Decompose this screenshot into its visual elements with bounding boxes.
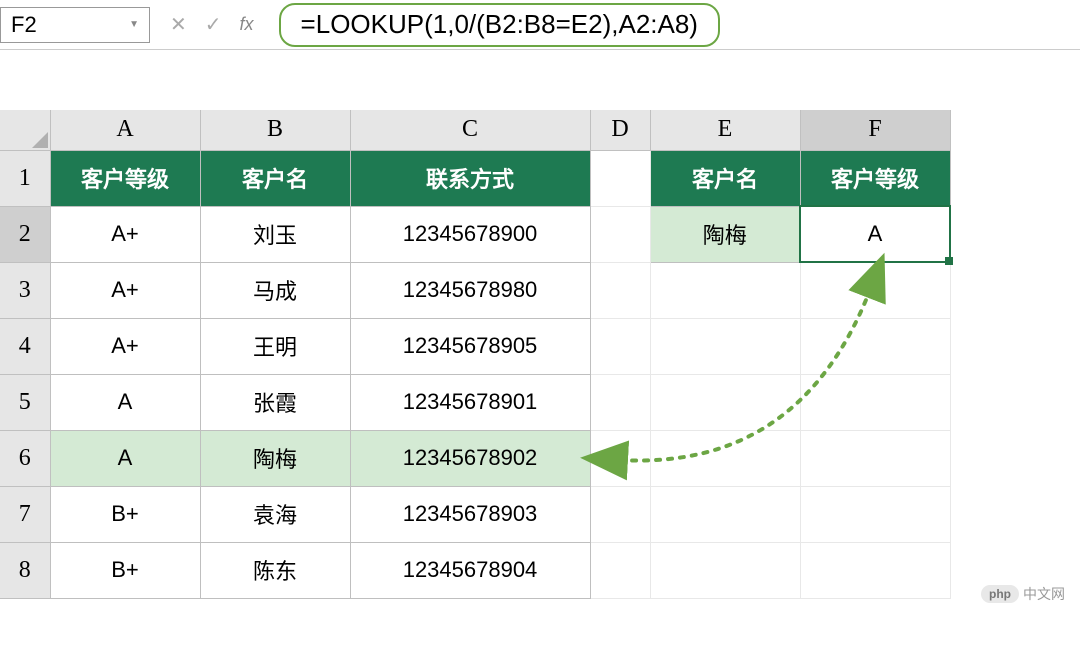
select-all-corner[interactable]	[0, 110, 50, 150]
col-header-A[interactable]: A	[50, 110, 200, 150]
row-header-8[interactable]: 8	[0, 542, 50, 598]
cell-A8[interactable]: B+	[50, 542, 200, 598]
cell-A7[interactable]: B+	[50, 486, 200, 542]
row-header-7[interactable]: 7	[0, 486, 50, 542]
row-header-6[interactable]: 6	[0, 430, 50, 486]
cell-C2[interactable]: 12345678900	[350, 206, 590, 262]
row-header-4[interactable]: 4	[0, 318, 50, 374]
cell-B2[interactable]: 刘玉	[200, 206, 350, 262]
lookup-result-value: A	[868, 221, 883, 246]
cell-D3[interactable]	[590, 262, 650, 318]
cell-F8[interactable]	[800, 542, 950, 598]
header-customer-level[interactable]: 客户等级	[50, 150, 200, 206]
col-header-B[interactable]: B	[200, 110, 350, 150]
cell-F4[interactable]	[800, 318, 950, 374]
cell-E2-lookup-name[interactable]: 陶梅	[650, 206, 800, 262]
cell-E8[interactable]	[650, 542, 800, 598]
cell-D1[interactable]	[590, 150, 650, 206]
cancel-icon[interactable]: ✕	[170, 12, 187, 37]
cell-A5[interactable]: A	[50, 374, 200, 430]
cell-B6[interactable]: 陶梅	[200, 430, 350, 486]
cell-B7[interactable]: 袁海	[200, 486, 350, 542]
cell-F7[interactable]	[800, 486, 950, 542]
watermark-badge: php	[981, 585, 1019, 603]
name-box-value: F2	[11, 12, 37, 38]
cell-D4[interactable]	[590, 318, 650, 374]
header-contact[interactable]: 联系方式	[350, 150, 590, 206]
cell-C8[interactable]: 12345678904	[350, 542, 590, 598]
name-box[interactable]: F2 ▼	[0, 7, 150, 43]
cell-E4[interactable]	[650, 318, 800, 374]
fx-icon[interactable]: fx	[240, 14, 254, 35]
name-box-dropdown-icon[interactable]: ▼	[129, 19, 139, 30]
cell-C4[interactable]: 12345678905	[350, 318, 590, 374]
grid-table: A B C D E F 1 客户等级 客户名 联系方式 客户名 客户等级 2 A…	[0, 110, 951, 599]
header-lookup-name[interactable]: 客户名	[650, 150, 800, 206]
row-header-1[interactable]: 1	[0, 150, 50, 206]
cell-B5[interactable]: 张霞	[200, 374, 350, 430]
cell-F2-lookup-result[interactable]: A	[800, 206, 950, 262]
cell-A2[interactable]: A+	[50, 206, 200, 262]
cell-F6[interactable]	[800, 430, 950, 486]
row-header-3[interactable]: 3	[0, 262, 50, 318]
fill-handle[interactable]	[945, 257, 953, 265]
cell-F3[interactable]	[800, 262, 950, 318]
cell-C3[interactable]: 12345678980	[350, 262, 590, 318]
header-customer-name[interactable]: 客户名	[200, 150, 350, 206]
cell-B4[interactable]: 王明	[200, 318, 350, 374]
header-lookup-level[interactable]: 客户等级	[800, 150, 950, 206]
formula-text: =LOOKUP(1,0/(B2:B8=E2),A2:A8)	[301, 9, 698, 40]
formula-input[interactable]: =LOOKUP(1,0/(B2:B8=E2),A2:A8)	[279, 3, 720, 47]
col-header-E[interactable]: E	[650, 110, 800, 150]
select-all-triangle-icon	[32, 132, 48, 148]
cell-C7[interactable]: 12345678903	[350, 486, 590, 542]
cell-D2[interactable]	[590, 206, 650, 262]
cell-E6[interactable]	[650, 430, 800, 486]
cell-B8[interactable]: 陈东	[200, 542, 350, 598]
cell-B3[interactable]: 马成	[200, 262, 350, 318]
spreadsheet-grid: A B C D E F 1 客户等级 客户名 联系方式 客户名 客户等级 2 A…	[0, 110, 1080, 599]
cell-C6[interactable]: 12345678902	[350, 430, 590, 486]
cell-A3[interactable]: A+	[50, 262, 200, 318]
cell-D7[interactable]	[590, 486, 650, 542]
cell-E7[interactable]	[650, 486, 800, 542]
confirm-icon[interactable]: ✓	[205, 12, 222, 37]
row-header-2[interactable]: 2	[0, 206, 50, 262]
col-header-F[interactable]: F	[800, 110, 950, 150]
cell-A4[interactable]: A+	[50, 318, 200, 374]
col-header-C[interactable]: C	[350, 110, 590, 150]
cell-E5[interactable]	[650, 374, 800, 430]
watermark-text: 中文网	[1023, 584, 1065, 604]
formula-bar: F2 ▼ ✕ ✓ fx =LOOKUP(1,0/(B2:B8=E2),A2:A8…	[0, 0, 1080, 50]
cell-D5[interactable]	[590, 374, 650, 430]
cell-E3[interactable]	[650, 262, 800, 318]
watermark: php 中文网	[981, 584, 1065, 604]
row-header-5[interactable]: 5	[0, 374, 50, 430]
cell-C5[interactable]: 12345678901	[350, 374, 590, 430]
cell-D6[interactable]	[590, 430, 650, 486]
cell-A6[interactable]: A	[50, 430, 200, 486]
col-header-D[interactable]: D	[590, 110, 650, 150]
cell-D8[interactable]	[590, 542, 650, 598]
cell-F5[interactable]	[800, 374, 950, 430]
formula-bar-icons: ✕ ✓ fx	[150, 12, 274, 37]
